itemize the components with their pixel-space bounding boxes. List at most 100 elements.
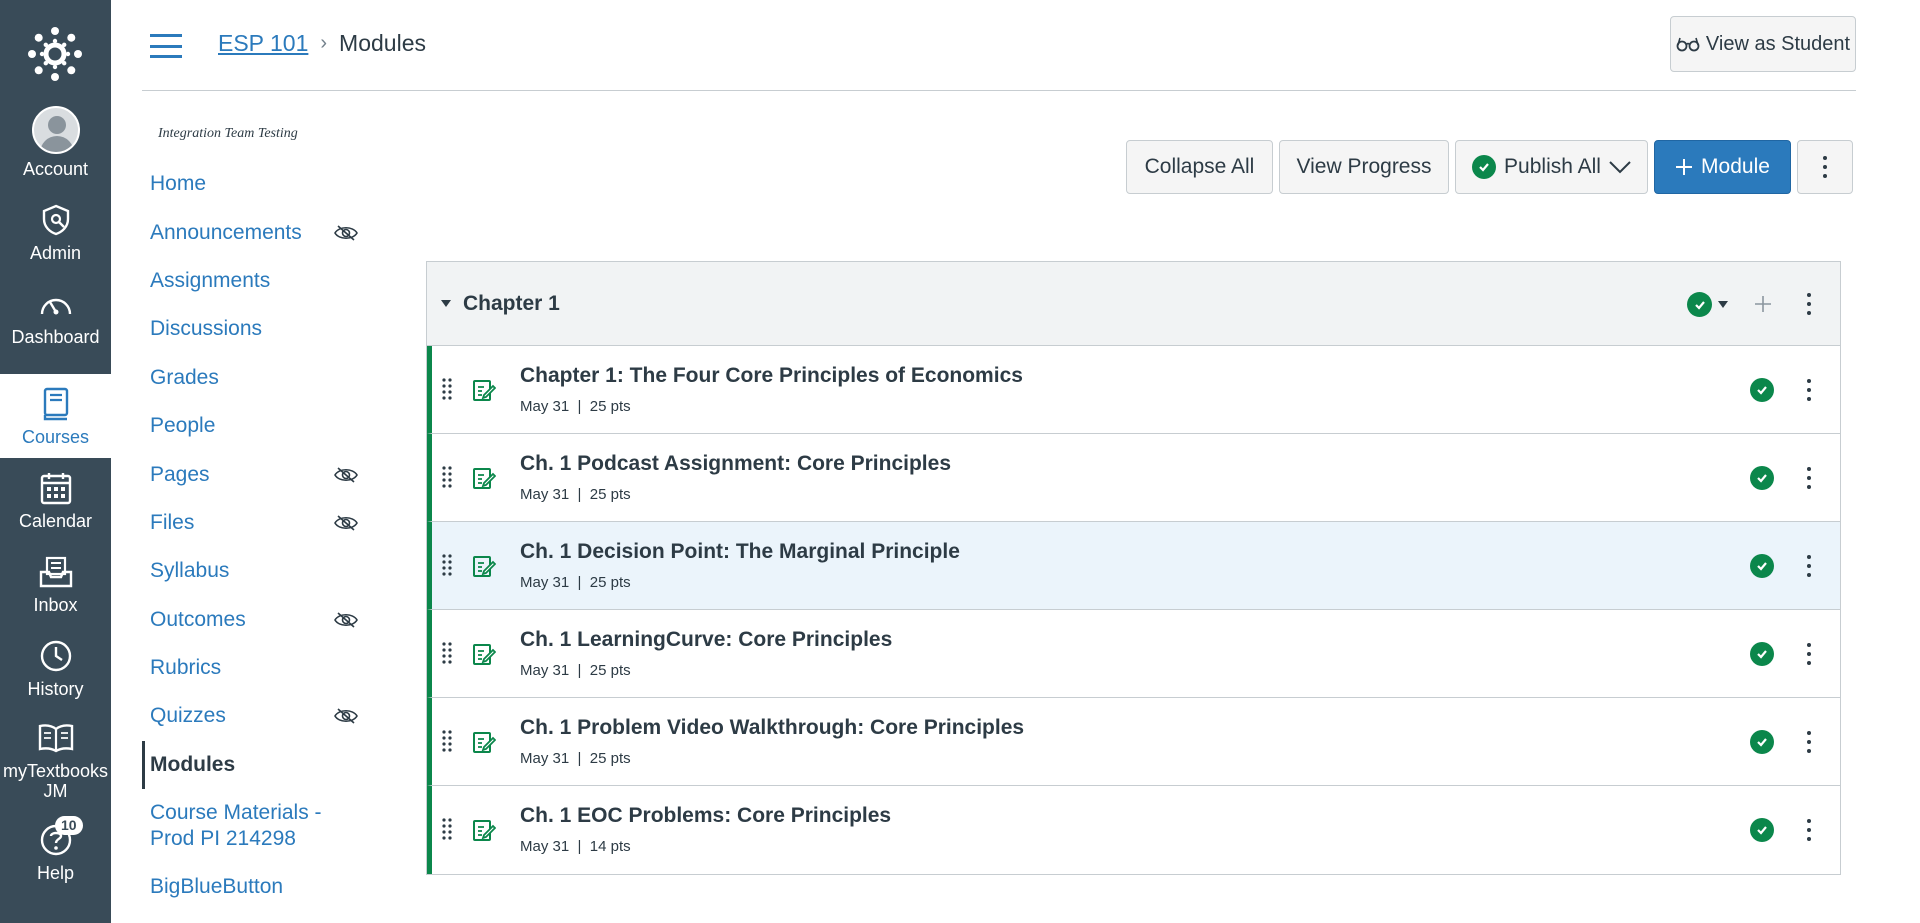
view-as-student-label: View as Student — [1705, 32, 1851, 55]
global-nav-label: myTextbooks JM — [2, 761, 109, 802]
more-options-button[interactable] — [1797, 140, 1853, 194]
module-item-title[interactable]: Ch. 1 Podcast Assignment: Core Principle… — [520, 452, 951, 476]
published-check-icon[interactable] — [1750, 466, 1774, 490]
course-nav-assignments[interactable]: Assignments — [142, 257, 372, 305]
module-item-row[interactable]: Ch. 1 EOC Problems: Core Principles May … — [427, 786, 1840, 874]
view-progress-label: View Progress — [1296, 155, 1432, 178]
course-nav-outcomes[interactable]: Outcomes — [142, 596, 372, 644]
course-nav-grades[interactable]: Grades — [142, 354, 372, 402]
eye-slash-icon — [334, 708, 358, 725]
course-nav-label: Outcomes — [150, 607, 246, 631]
course-nav-quizzes[interactable]: Quizzes — [142, 692, 372, 740]
module-item-row[interactable]: Ch. 1 Decision Point: The Marginal Princ… — [427, 522, 1840, 610]
collapse-triangle-icon[interactable] — [441, 300, 451, 307]
chevron-down-icon — [1609, 161, 1631, 174]
course-nav-announcements[interactable]: Announcements — [142, 208, 372, 256]
course-nav-syllabus[interactable]: Syllabus — [142, 547, 372, 595]
header-divider — [142, 90, 1856, 91]
course-nav-home[interactable]: Home — [142, 160, 372, 208]
course-nav-bigbluebutton[interactable]: BigBlueButton — [142, 863, 372, 911]
drag-handle-icon[interactable] — [442, 466, 452, 488]
global-nav: Account Admin Dashboard Courses Calendar… — [0, 0, 111, 923]
global-nav-label: Admin — [29, 243, 82, 264]
published-check-icon[interactable] — [1750, 818, 1774, 842]
course-nav-rubrics[interactable]: Rubrics — [142, 644, 372, 692]
course-nav-label: People — [150, 414, 216, 438]
view-as-student-button[interactable]: View as Student — [1670, 16, 1856, 72]
publish-all-button[interactable]: Publish All — [1455, 140, 1648, 194]
view-progress-button[interactable]: View Progress — [1279, 140, 1449, 194]
global-nav-dashboard[interactable]: Dashboard — [0, 274, 111, 358]
published-check-icon[interactable] — [1750, 642, 1774, 666]
module-item-row[interactable]: Chapter 1: The Four Core Principles of E… — [427, 346, 1840, 434]
course-nav-pages[interactable]: Pages — [142, 450, 372, 498]
course-nav-people[interactable]: People — [142, 402, 372, 450]
global-nav-account[interactable]: Account — [0, 106, 111, 190]
module-item-meta: May 31 | 25 pts — [520, 574, 631, 591]
course-nav-label: Course Materials - Prod PI 214298 — [150, 800, 322, 851]
item-kebab-icon[interactable] — [1806, 819, 1812, 841]
canvas-logo-icon[interactable] — [27, 26, 83, 82]
module-publish-icon[interactable] — [1687, 292, 1712, 317]
calendar-icon — [40, 473, 71, 505]
global-nav-label: Inbox — [33, 595, 78, 616]
global-nav-label: Help — [36, 863, 75, 884]
module-item-title[interactable]: Ch. 1 Problem Video Walkthrough: Core Pr… — [520, 716, 1024, 740]
points: 25 pts — [589, 574, 631, 591]
meta-separator: | — [577, 662, 582, 679]
course-nav-label: Assignments — [150, 268, 271, 292]
module-item-row[interactable]: Ch. 1 Problem Video Walkthrough: Core Pr… — [427, 698, 1840, 786]
collapse-all-button[interactable]: Collapse All — [1126, 140, 1273, 194]
global-nav-admin[interactable]: Admin — [0, 190, 111, 274]
global-nav-courses[interactable]: Courses — [0, 374, 111, 458]
drag-handle-icon[interactable] — [442, 818, 452, 840]
course-nav-discussions[interactable]: Discussions — [142, 305, 372, 353]
course-nav-course-materials[interactable]: Course Materials - Prod PI 214298 — [142, 789, 372, 863]
course-nav-files[interactable]: Files — [142, 499, 372, 547]
item-kebab-icon[interactable] — [1806, 379, 1812, 401]
caret-down-icon[interactable] — [1718, 301, 1728, 308]
drag-handle-icon[interactable] — [442, 730, 452, 752]
published-check-icon[interactable] — [1750, 554, 1774, 578]
drag-handle-icon[interactable] — [442, 642, 452, 664]
item-kebab-icon[interactable] — [1806, 467, 1812, 489]
course-nav-label: BigBlueButton — [150, 875, 284, 899]
eye-slash-icon — [334, 515, 358, 531]
item-kebab-icon[interactable] — [1806, 643, 1812, 665]
module-kebab-icon[interactable] — [1806, 293, 1812, 315]
add-module-button[interactable]: Module — [1654, 140, 1791, 194]
module-item-meta: May 31 | 25 pts — [520, 662, 631, 679]
global-nav-inbox[interactable]: Inbox — [0, 542, 111, 626]
clock-icon — [40, 641, 71, 672]
drag-handle-icon[interactable] — [442, 554, 452, 576]
global-nav-history[interactable]: History — [0, 626, 111, 710]
global-nav-help[interactable]: 10 Help — [0, 810, 111, 894]
module-header[interactable]: Chapter 1 — [427, 262, 1840, 346]
published-check-icon[interactable] — [1750, 730, 1774, 754]
module-item-row[interactable]: Ch. 1 Podcast Assignment: Core Principle… — [427, 434, 1840, 522]
avatar — [31, 106, 80, 155]
add-item-plus-icon[interactable] — [1754, 295, 1772, 313]
drag-handle-icon[interactable] — [442, 378, 452, 400]
meta-separator: | — [577, 838, 582, 855]
course-menu-toggle-button[interactable] — [150, 34, 182, 58]
global-nav-label: Dashboard — [11, 327, 100, 348]
breadcrumb-current: Modules — [339, 30, 426, 56]
course-nav-modules[interactable]: Modules — [142, 740, 372, 790]
published-check-icon[interactable] — [1750, 378, 1774, 402]
module-item-title[interactable]: Chapter 1: The Four Core Principles of E… — [520, 364, 1023, 388]
module-item-title[interactable]: Ch. 1 EOC Problems: Core Principles — [520, 804, 891, 828]
module-item-title[interactable]: Ch. 1 LearningCurve: Core Principles — [520, 628, 892, 652]
item-kebab-icon[interactable] — [1806, 555, 1812, 577]
gauge-icon — [40, 299, 71, 315]
global-nav-label: Courses — [21, 427, 90, 448]
global-nav-calendar[interactable]: Calendar — [0, 458, 111, 542]
global-nav-mytextbooks[interactable]: myTextbooks JM — [0, 716, 111, 812]
item-kebab-icon[interactable] — [1806, 731, 1812, 753]
module-item-title[interactable]: Ch. 1 Decision Point: The Marginal Princ… — [520, 540, 960, 564]
add-module-label: Module — [1701, 155, 1770, 178]
glasses-icon — [1676, 37, 1700, 52]
breadcrumb-course-link[interactable]: ESP 101 — [218, 30, 308, 57]
course-nav-label: Quizzes — [150, 704, 226, 728]
module-item-row[interactable]: Ch. 1 LearningCurve: Core Principles May… — [427, 610, 1840, 698]
